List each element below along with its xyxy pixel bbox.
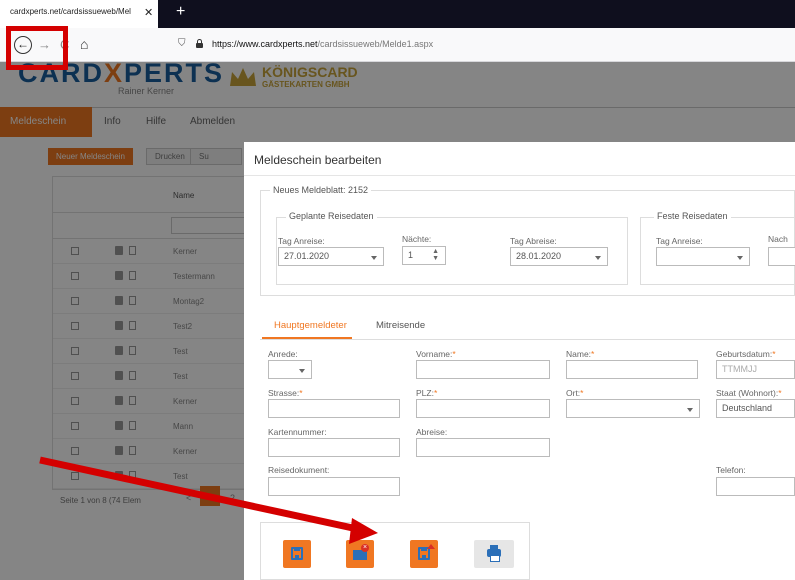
- home-icon[interactable]: ⌂: [80, 36, 88, 52]
- spinner-arrows-icon[interactable]: ▲ ▼: [432, 248, 439, 262]
- traveldoc-label: Reisedokument:: [268, 465, 330, 475]
- annotation-highlight-box: [6, 26, 68, 70]
- lock-icon: [196, 39, 203, 48]
- tab-title: cardxperts.net/cardsissueweb/Mel: [10, 7, 131, 16]
- tab-hauptgemeldeter[interactable]: Hauptgemeldeter: [274, 320, 347, 331]
- fixed-arrival-label: Tag Anreise:: [656, 236, 703, 246]
- modal-title: Meldeschein bearbeiten: [254, 153, 382, 167]
- tab-close-icon[interactable]: ✕: [144, 6, 153, 19]
- street-label: Strasse:*: [268, 388, 303, 398]
- url-text: https://www.cardxperts.net/cardsissueweb…: [212, 39, 433, 49]
- chevron-down-icon: [595, 256, 601, 260]
- birthdate-field[interactable]: TTMMJJ: [716, 360, 795, 379]
- city-select[interactable]: [566, 399, 700, 418]
- close-badge-icon: ×: [361, 544, 369, 552]
- browser-tab[interactable]: cardxperts.net/cardsissueweb/Mel ✕: [0, 0, 158, 28]
- nights-value: 1: [408, 250, 414, 260]
- fixed-nights-label: Nach: [768, 234, 788, 244]
- firstname-label: Vorname:*: [416, 349, 456, 359]
- salutation-select[interactable]: [268, 360, 312, 379]
- departure-date-select[interactable]: 28.01.2020: [510, 247, 608, 266]
- printer-icon: [487, 545, 501, 562]
- nights-stepper[interactable]: 1 ▲ ▼: [402, 246, 446, 265]
- street-field[interactable]: [268, 399, 400, 418]
- country-select[interactable]: Deutschland: [716, 399, 795, 418]
- salutation-label: Anrede:: [268, 349, 298, 359]
- birthdate-label: Geburtsdatum:*: [716, 349, 776, 359]
- arrival-date-select[interactable]: 27.01.2020: [278, 247, 384, 266]
- new-tab-icon[interactable]: +: [176, 3, 185, 21]
- cardnumber-field[interactable]: [268, 438, 400, 457]
- browser-tabbar: cardxperts.net/cardsissueweb/Mel ✕ +: [0, 0, 795, 28]
- floppy-disk-icon: [291, 547, 303, 560]
- arrival-label: Tag Anreise:: [278, 236, 325, 246]
- tab-mitreisende[interactable]: Mitreisende: [376, 320, 425, 331]
- cancel-card-button[interactable]: ×: [346, 540, 374, 568]
- arrival-value: 27.01.2020: [284, 251, 330, 261]
- save-button[interactable]: [283, 540, 311, 568]
- nights-label: Nächte:: [402, 234, 432, 244]
- chevron-down-icon: [737, 256, 743, 260]
- departure-value: 28.01.2020: [516, 251, 562, 261]
- lastname-field[interactable]: [566, 360, 698, 379]
- fixed-arrival-select[interactable]: [656, 247, 750, 266]
- phone-label: Telefon:: [716, 465, 746, 475]
- firstname-field[interactable]: [416, 360, 550, 379]
- save-and-export-button[interactable]: [410, 540, 438, 568]
- shield-icon: ⛉: [178, 38, 186, 49]
- departure2-label: Abreise:: [416, 427, 448, 437]
- departure2-field[interactable]: [416, 438, 550, 457]
- tabs-divider: [260, 339, 795, 340]
- city-label: Ort:*: [566, 388, 584, 398]
- country-label: Staat (Wohnort):*: [716, 388, 782, 398]
- meldeblatt-legend: Neues Meldeblatt: 2152: [270, 185, 372, 195]
- planned-dates-legend: Geplante Reisedaten: [286, 211, 377, 221]
- print-modal-button[interactable]: [474, 540, 514, 568]
- traveldoc-field[interactable]: [268, 477, 400, 496]
- departure-label: Tag Abreise:: [510, 236, 557, 246]
- url-path: /cardsissueweb/Melde1.aspx: [317, 39, 434, 49]
- url-bar[interactable]: ⛉ https://www.cardxperts.net/cardsissuew…: [160, 36, 795, 56]
- zip-field[interactable]: [416, 399, 550, 418]
- export-arrow-icon: [427, 544, 435, 549]
- chevron-down-icon: [299, 369, 305, 373]
- lastname-label: Name:*: [566, 349, 595, 359]
- phone-field[interactable]: [716, 477, 795, 496]
- zip-label: PLZ:*: [416, 388, 438, 398]
- modal-divider: [244, 175, 795, 176]
- chevron-down-icon: [371, 256, 377, 260]
- cardnumber-label: Kartennummer:: [268, 427, 327, 437]
- fixed-nights-input[interactable]: [768, 247, 795, 266]
- chevron-down-icon: [687, 408, 693, 412]
- fixed-dates-legend: Feste Reisedaten: [654, 211, 731, 221]
- url-domain: https://www.cardxperts.net: [212, 39, 318, 49]
